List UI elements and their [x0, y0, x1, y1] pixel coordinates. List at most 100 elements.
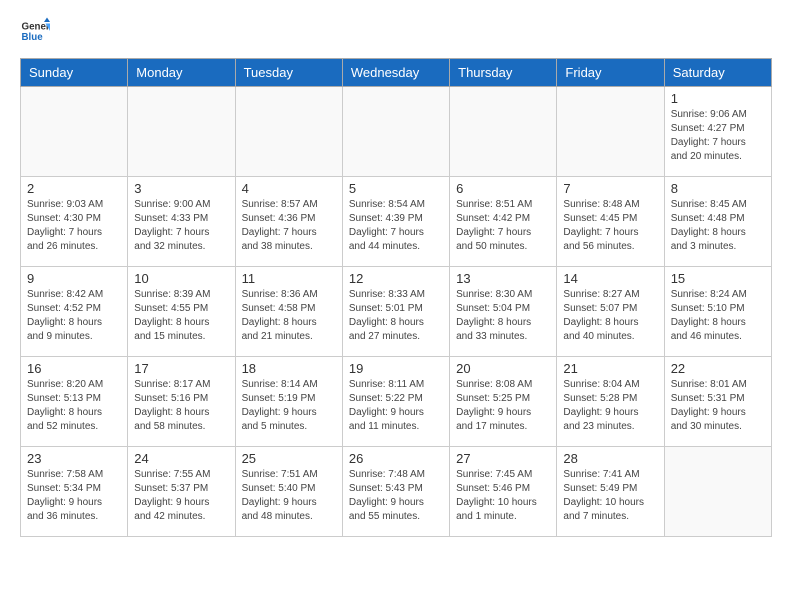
day-info: Sunrise: 8:33 AM Sunset: 5:01 PM Dayligh… [349, 288, 443, 344]
calendar-cell: 12 Sunrise: 8:33 AM Sunset: 5:01 PM Dayli… [342, 267, 449, 357]
calendar-day-header: Monday [128, 59, 235, 87]
day-number: 17 [134, 361, 228, 376]
calendar-day-header: Saturday [664, 59, 771, 87]
calendar-cell: 7Sunrise: 8:48 AM Sunset: 4:45 PM Daylig… [557, 177, 664, 267]
day-number: 11 [242, 271, 336, 286]
day-number: 18 [242, 361, 336, 376]
calendar-cell: 2 Sunrise: 9:03 AM Sunset: 4:30 PM Daylig… [21, 177, 128, 267]
day-info: Sunrise: 8:04 AM Sunset: 5:28 PM Dayligh… [563, 378, 657, 434]
calendar-table: SundayMondayTuesdayWednesdayThursdayFrid… [20, 58, 772, 537]
day-info: Sunrise: 8:48 AM Sunset: 4:45 PM Dayligh… [563, 198, 657, 254]
svg-text:Blue: Blue [22, 32, 44, 43]
day-number: 8 [671, 181, 765, 196]
calendar-cell [342, 87, 449, 177]
calendar-cell [450, 87, 557, 177]
day-info: Sunrise: 7:51 AM Sunset: 5:40 PM Dayligh… [242, 468, 336, 524]
day-number: 10 [134, 271, 228, 286]
day-number: 4 [242, 181, 336, 196]
calendar-cell: 27 Sunrise: 7:45 AM Sunset: 5:46 PM Dayli… [450, 447, 557, 537]
day-number: 28 [563, 451, 657, 466]
day-info: Sunrise: 8:39 AM Sunset: 4:55 PM Dayligh… [134, 288, 228, 344]
calendar-cell: 17 Sunrise: 8:17 AM Sunset: 5:16 PM Dayli… [128, 357, 235, 447]
calendar-cell: 24 Sunrise: 7:55 AM Sunset: 5:37 PM Dayli… [128, 447, 235, 537]
logo-icon: General Blue [20, 16, 50, 46]
calendar-cell: 8 Sunrise: 8:45 AM Sunset: 4:48 PM Daylig… [664, 177, 771, 267]
calendar-week-row: 2 Sunrise: 9:03 AM Sunset: 4:30 PM Daylig… [21, 177, 772, 267]
day-number: 5 [349, 181, 443, 196]
day-info: Sunrise: 8:54 AM Sunset: 4:39 PM Dayligh… [349, 198, 443, 254]
calendar-cell: 13Sunrise: 8:30 AM Sunset: 5:04 PM Dayli… [450, 267, 557, 357]
calendar-week-row: 1 Sunrise: 9:06 AM Sunset: 4:27 PM Daylig… [21, 87, 772, 177]
day-number: 26 [349, 451, 443, 466]
calendar-cell [664, 447, 771, 537]
day-info: Sunrise: 8:27 AM Sunset: 5:07 PM Dayligh… [563, 288, 657, 344]
day-info: Sunrise: 7:41 AM Sunset: 5:49 PM Dayligh… [563, 468, 657, 524]
calendar-header-row: SundayMondayTuesdayWednesdayThursdayFrid… [21, 59, 772, 87]
calendar-cell: 10 Sunrise: 8:39 AM Sunset: 4:55 PM Dayli… [128, 267, 235, 357]
calendar-cell [557, 87, 664, 177]
day-info: Sunrise: 8:51 AM Sunset: 4:42 PM Dayligh… [456, 198, 550, 254]
day-info: Sunrise: 9:06 AM Sunset: 4:27 PM Dayligh… [671, 108, 765, 164]
day-info: Sunrise: 8:14 AM Sunset: 5:19 PM Dayligh… [242, 378, 336, 434]
day-number: 19 [349, 361, 443, 376]
calendar-cell: 18 Sunrise: 8:14 AM Sunset: 5:19 PM Dayli… [235, 357, 342, 447]
calendar-week-row: 23 Sunrise: 7:58 AM Sunset: 5:34 PM Dayli… [21, 447, 772, 537]
day-info: Sunrise: 7:45 AM Sunset: 5:46 PM Dayligh… [456, 468, 550, 524]
day-number: 23 [27, 451, 121, 466]
day-info: Sunrise: 7:58 AM Sunset: 5:34 PM Dayligh… [27, 468, 121, 524]
day-info: Sunrise: 8:20 AM Sunset: 5:13 PM Dayligh… [27, 378, 121, 434]
day-number: 20 [456, 361, 550, 376]
day-info: Sunrise: 8:30 AM Sunset: 5:04 PM Dayligh… [456, 288, 550, 344]
calendar-cell: 16Sunrise: 8:20 AM Sunset: 5:13 PM Dayli… [21, 357, 128, 447]
day-info: Sunrise: 9:03 AM Sunset: 4:30 PM Dayligh… [27, 198, 121, 254]
calendar-week-row: 9 Sunrise: 8:42 AM Sunset: 4:52 PM Daylig… [21, 267, 772, 357]
day-info: Sunrise: 8:36 AM Sunset: 4:58 PM Dayligh… [242, 288, 336, 344]
day-info: Sunrise: 7:48 AM Sunset: 5:43 PM Dayligh… [349, 468, 443, 524]
day-number: 9 [27, 271, 121, 286]
day-number: 1 [671, 91, 765, 106]
calendar-cell: 25 Sunrise: 7:51 AM Sunset: 5:40 PM Dayli… [235, 447, 342, 537]
calendar-cell: 21 Sunrise: 8:04 AM Sunset: 5:28 PM Dayli… [557, 357, 664, 447]
day-number: 3 [134, 181, 228, 196]
calendar-cell: 26 Sunrise: 7:48 AM Sunset: 5:43 PM Dayli… [342, 447, 449, 537]
day-number: 12 [349, 271, 443, 286]
calendar-cell: 5 Sunrise: 8:54 AM Sunset: 4:39 PM Daylig… [342, 177, 449, 267]
logo: General Blue [20, 16, 50, 46]
calendar-cell: 23 Sunrise: 7:58 AM Sunset: 5:34 PM Dayli… [21, 447, 128, 537]
calendar-day-header: Friday [557, 59, 664, 87]
calendar-cell: 15Sunrise: 8:24 AM Sunset: 5:10 PM Dayli… [664, 267, 771, 357]
calendar-cell [128, 87, 235, 177]
calendar-day-header: Tuesday [235, 59, 342, 87]
day-info: Sunrise: 8:57 AM Sunset: 4:36 PM Dayligh… [242, 198, 336, 254]
day-number: 21 [563, 361, 657, 376]
day-number: 24 [134, 451, 228, 466]
svg-text:General: General [22, 22, 51, 33]
day-number: 15 [671, 271, 765, 286]
calendar-cell: 28 Sunrise: 7:41 AM Sunset: 5:49 PM Dayli… [557, 447, 664, 537]
calendar-day-header: Thursday [450, 59, 557, 87]
calendar-cell: 19 Sunrise: 8:11 AM Sunset: 5:22 PM Dayli… [342, 357, 449, 447]
day-info: Sunrise: 8:45 AM Sunset: 4:48 PM Dayligh… [671, 198, 765, 254]
page-header: General Blue [20, 16, 772, 46]
day-info: Sunrise: 8:01 AM Sunset: 5:31 PM Dayligh… [671, 378, 765, 434]
day-number: 2 [27, 181, 121, 196]
calendar-week-row: 16Sunrise: 8:20 AM Sunset: 5:13 PM Dayli… [21, 357, 772, 447]
day-info: Sunrise: 8:17 AM Sunset: 5:16 PM Dayligh… [134, 378, 228, 434]
calendar-day-header: Sunday [21, 59, 128, 87]
calendar-cell: 4 Sunrise: 8:57 AM Sunset: 4:36 PM Daylig… [235, 177, 342, 267]
calendar-cell: 1 Sunrise: 9:06 AM Sunset: 4:27 PM Daylig… [664, 87, 771, 177]
calendar-day-header: Wednesday [342, 59, 449, 87]
day-number: 25 [242, 451, 336, 466]
calendar-cell: 20 Sunrise: 8:08 AM Sunset: 5:25 PM Dayli… [450, 357, 557, 447]
day-info: Sunrise: 9:00 AM Sunset: 4:33 PM Dayligh… [134, 198, 228, 254]
day-info: Sunrise: 7:55 AM Sunset: 5:37 PM Dayligh… [134, 468, 228, 524]
page-container: General Blue SundayMondayTuesdayWednesda… [0, 0, 792, 553]
day-number: 27 [456, 451, 550, 466]
calendar-cell: 3 Sunrise: 9:00 AM Sunset: 4:33 PM Daylig… [128, 177, 235, 267]
day-number: 6 [456, 181, 550, 196]
day-info: Sunrise: 8:42 AM Sunset: 4:52 PM Dayligh… [27, 288, 121, 344]
day-info: Sunrise: 8:08 AM Sunset: 5:25 PM Dayligh… [456, 378, 550, 434]
day-info: Sunrise: 8:11 AM Sunset: 5:22 PM Dayligh… [349, 378, 443, 434]
calendar-cell [21, 87, 128, 177]
calendar-cell: 9 Sunrise: 8:42 AM Sunset: 4:52 PM Daylig… [21, 267, 128, 357]
